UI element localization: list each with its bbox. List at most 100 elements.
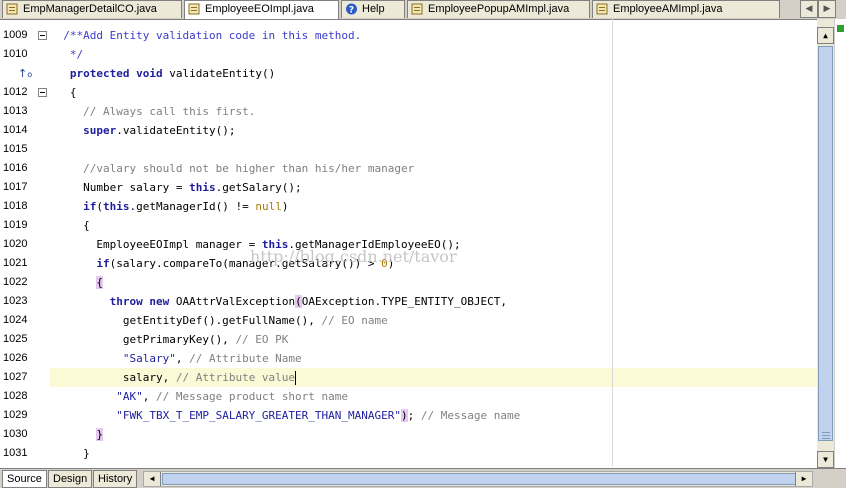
- tab-employeeeoimpl[interactable]: EmployeeEOImpl.java: [184, 0, 339, 19]
- line-number: 1016: [3, 162, 28, 174]
- java-file-icon: [596, 3, 608, 15]
- code-line[interactable]: /**Add Entity validation code in this me…: [50, 26, 817, 45]
- editor-tab-bar: EmpManagerDetailCO.java EmployeeEOImpl.j…: [0, 0, 846, 20]
- code-line[interactable]: salary, // Attribute value: [50, 368, 817, 387]
- code-token: ): [281, 200, 289, 213]
- code-line[interactable]: */: [50, 45, 817, 64]
- code-token: "AK": [116, 390, 143, 403]
- code-token: // Always call this first.: [83, 105, 256, 118]
- code-editor[interactable]: /**Add Entity validation code in this me…: [50, 26, 817, 466]
- code-token: super: [83, 124, 117, 137]
- java-file-icon: [6, 3, 18, 15]
- code-line[interactable]: }: [50, 444, 817, 463]
- code-line[interactable]: {: [50, 216, 817, 235]
- code-line[interactable]: {: [50, 83, 817, 102]
- code-line[interactable]: {: [50, 273, 817, 292]
- code-token: "Salary": [122, 352, 176, 365]
- gutter-line: 1021: [0, 254, 50, 273]
- tab-scroll-right-button[interactable]: ▶: [818, 0, 836, 18]
- code-line[interactable]: Number salary = this.getSalary();: [50, 178, 817, 197]
- code-line[interactable]: [50, 140, 817, 159]
- scroll-left-button[interactable]: ◀: [144, 472, 161, 486]
- horizontal-scrollbar[interactable]: ◀ ▶: [143, 471, 813, 487]
- gutter-line: 1018: [0, 197, 50, 216]
- tab-scroll-left-button[interactable]: ◀: [800, 0, 818, 18]
- code-token: ,: [142, 390, 156, 403]
- line-number: 1014: [3, 124, 28, 136]
- line-number: 1020: [3, 238, 28, 250]
- collapse-fold-icon[interactable]: [38, 31, 47, 40]
- tab-employeeamimpl[interactable]: EmployeeAMImpl.java: [592, 0, 780, 18]
- code-token: OAException.TYPE_ENTITY_OBJECT,: [301, 295, 508, 308]
- code-line[interactable]: throw new OAAttrValException(OAException…: [50, 292, 817, 311]
- vertical-scrollbar[interactable]: ▲ ▼: [817, 19, 834, 468]
- code-token: (: [295, 295, 302, 308]
- code-token: //valary should not be higher than his/h…: [83, 162, 415, 175]
- line-number: 1017: [3, 181, 28, 193]
- tab-employeepopupamimpl[interactable]: EmployeePopupAMImpl.java: [407, 0, 590, 18]
- tab-label: EmpManagerDetailCO.java: [23, 3, 157, 15]
- code-line[interactable]: // Always call this first.: [50, 102, 817, 121]
- code-line[interactable]: super.validateEntity();: [50, 121, 817, 140]
- gutter-line: 1028: [0, 387, 50, 406]
- error-stripe[interactable]: [834, 19, 846, 468]
- code-line[interactable]: }: [50, 425, 817, 444]
- line-number: 1021: [3, 257, 28, 269]
- gutter-line: 1012: [0, 83, 50, 102]
- tab-help[interactable]: ? Help: [341, 0, 405, 18]
- code-token: {: [96, 276, 103, 289]
- line-number: 1030: [3, 428, 28, 440]
- gutter-line: 1009: [0, 26, 50, 45]
- line-number: 1027: [3, 371, 28, 383]
- code-token: this: [189, 181, 216, 194]
- grip-line: [822, 438, 830, 439]
- code-token: Number salary =: [50, 181, 190, 194]
- gutter-line: 1016: [0, 159, 50, 178]
- scroll-right-button[interactable]: ▶: [795, 472, 812, 486]
- gutter-line: 1022: [0, 273, 50, 292]
- tab-design[interactable]: Design: [48, 470, 93, 488]
- arrow-down-icon: ▼: [823, 455, 828, 464]
- code-line[interactable]: getPrimaryKey(), // EO PK: [50, 330, 817, 349]
- code-line[interactable]: "Salary", // Attribute Name: [50, 349, 817, 368]
- scroll-down-button[interactable]: ▼: [817, 451, 834, 468]
- override-method-icon[interactable]: ↑o: [18, 64, 32, 84]
- code-line[interactable]: getEntityDef().getFullName(), // EO name: [50, 311, 817, 330]
- gutter-line: 1014: [0, 121, 50, 140]
- collapse-fold-icon[interactable]: [38, 88, 47, 97]
- tab-source[interactable]: Source: [2, 470, 47, 488]
- right-margin-guide: [612, 19, 613, 466]
- tab-history[interactable]: History: [93, 470, 138, 488]
- code-line[interactable]: //valary should not be higher than his/h…: [50, 159, 817, 178]
- code-line[interactable]: "AK", // Message product short name: [50, 387, 817, 406]
- code-token: }: [96, 428, 103, 441]
- editor-bottom-bar: Source Design History ◀ ▶: [0, 468, 846, 488]
- code-line[interactable]: "FWK_TBX_T_EMP_SALARY_GREATER_THAN_MANAG…: [50, 406, 817, 425]
- code-token: "FWK_TBX_T_EMP_SALARY_GREATER_THAN_MANAG…: [116, 409, 402, 422]
- tab-label: EmployeeAMImpl.java: [613, 3, 723, 15]
- code-token: salary,: [50, 371, 176, 384]
- grip-line: [822, 432, 830, 433]
- code-token: (: [96, 200, 103, 213]
- code-token: {: [50, 86, 77, 99]
- code-token: throw: [109, 295, 143, 308]
- vertical-scroll-thumb[interactable]: [818, 46, 833, 441]
- tab-empmanagerdetailco[interactable]: EmpManagerDetailCO.java: [2, 0, 182, 18]
- line-number: 1025: [3, 333, 28, 345]
- code-line[interactable]: if(this.getManagerId() != null): [50, 197, 817, 216]
- code-line[interactable]: protected void validateEntity(): [50, 64, 817, 83]
- svg-text:?: ?: [349, 6, 354, 16]
- gutter-line: 1025: [0, 330, 50, 349]
- no-errors-icon: [837, 25, 844, 32]
- scroll-up-button[interactable]: ▲: [817, 27, 834, 44]
- code-token: getEntityDef().getFullName(),: [50, 314, 322, 327]
- code-token: ): [401, 409, 408, 422]
- code-token: ,: [175, 352, 190, 365]
- java-file-icon: [188, 3, 200, 15]
- code-token: */: [50, 48, 84, 61]
- horizontal-scroll-thumb[interactable]: [162, 473, 796, 485]
- gutter-line: 1030: [0, 425, 50, 444]
